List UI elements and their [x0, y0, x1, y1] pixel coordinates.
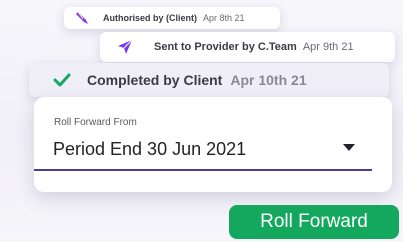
timeline-label: Completed by Client: [87, 72, 223, 88]
roll-forward-button[interactable]: Roll Forward: [229, 205, 399, 239]
timeline-item-sent: Sent to Provider by C.Team Apr 9th 21: [100, 32, 395, 62]
dropdown-caret-icon[interactable]: [343, 144, 355, 151]
checkmark-icon: [52, 70, 72, 90]
timeline-label: Authorised by (Client): [103, 13, 197, 23]
timeline-date: Apr 10th 21: [230, 72, 307, 88]
timeline-date: Apr 8th 21: [203, 13, 245, 23]
timeline-label: Sent to Provider by C.Team: [154, 41, 297, 53]
roll-forward-form: Roll Forward From Period End 30 Jun 2021: [34, 97, 392, 192]
feather-pen-icon: [76, 11, 90, 25]
timeline-date: Apr 9th 21: [302, 41, 354, 53]
timeline-item-authorised: Authorised by (Client) Apr 8th 21: [64, 7, 280, 29]
paper-plane-icon: [117, 39, 133, 55]
timeline-item-completed: Completed by Client Apr 10th 21: [29, 63, 389, 97]
select-underline: [34, 169, 372, 171]
roll-forward-from-select[interactable]: Period End 30 Jun 2021: [53, 139, 246, 160]
roll-forward-from-label: Roll Forward From: [54, 117, 137, 128]
